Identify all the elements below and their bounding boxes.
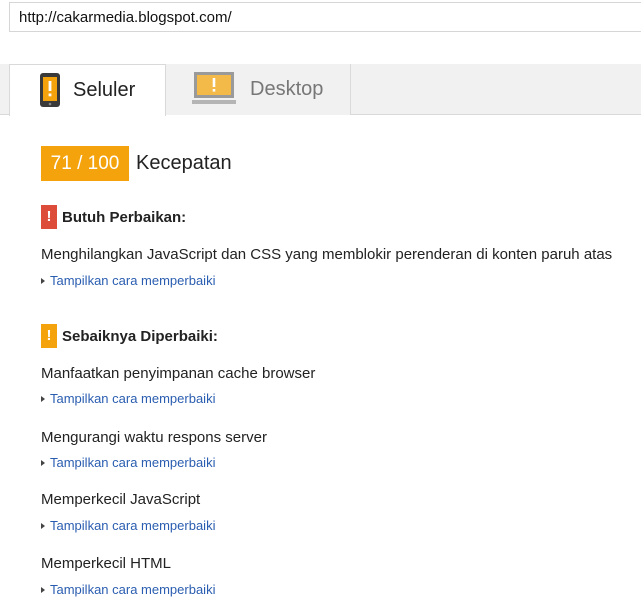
rule-title: Memperkecil JavaScript	[41, 491, 201, 508]
caret-right-icon	[41, 278, 45, 284]
caret-right-icon	[41, 460, 45, 466]
show-how-to-fix-link[interactable]: Tampilkan cara memperbaiki	[41, 391, 215, 406]
url-text: http://cakarmedia.blogspot.com/	[19, 9, 232, 26]
show-how-to-fix-label: Tampilkan cara memperbaiki	[50, 582, 216, 597]
caret-right-icon	[41, 396, 45, 402]
tab-mobile-label: Seluler	[73, 79, 136, 101]
speed-score-label: Kecepatan	[136, 152, 232, 174]
rule-title: Menghilangkan JavaScript dan CSS yang me…	[41, 246, 613, 263]
must-fix-alert-icon: !	[41, 205, 57, 229]
show-how-to-fix-link[interactable]: Tampilkan cara memperbaiki	[41, 273, 215, 288]
tab-desktop-label: Desktop	[250, 78, 324, 100]
show-how-to-fix-label: Tampilkan cara memperbaiki	[50, 455, 216, 470]
speed-score-badge: 71 / 100	[41, 146, 129, 181]
show-how-to-fix-link[interactable]: Tampilkan cara memperbaiki	[41, 582, 215, 597]
must-fix-heading: Butuh Perbaikan:	[62, 209, 187, 226]
show-how-to-fix-label: Tampilkan cara memperbaiki	[50, 391, 216, 406]
device-tabs: Seluler Desktop	[0, 64, 641, 116]
rule-title: Mengurangi waktu respons server	[41, 429, 267, 446]
rule-title: Memperkecil HTML	[41, 555, 172, 572]
should-fix-warning-icon: !	[41, 324, 57, 348]
caret-right-icon	[41, 587, 45, 593]
show-how-to-fix-link[interactable]: Tampilkan cara memperbaiki	[41, 455, 215, 470]
mobile-phone-icon	[40, 73, 60, 107]
show-how-to-fix-label: Tampilkan cara memperbaiki	[50, 518, 216, 533]
show-how-to-fix-link[interactable]: Tampilkan cara memperbaiki	[41, 518, 215, 533]
show-how-to-fix-label: Tampilkan cara memperbaiki	[50, 273, 216, 288]
desktop-monitor-icon	[192, 72, 236, 104]
url-input[interactable]: http://cakarmedia.blogspot.com/	[9, 2, 641, 32]
should-fix-heading: Sebaiknya Diperbaiki:	[62, 328, 218, 345]
tab-mobile[interactable]: Seluler	[9, 64, 166, 116]
caret-right-icon	[41, 523, 45, 529]
tab-desktop[interactable]: Desktop	[166, 64, 351, 115]
rule-title: Manfaatkan penyimpanan cache browser	[41, 365, 316, 382]
